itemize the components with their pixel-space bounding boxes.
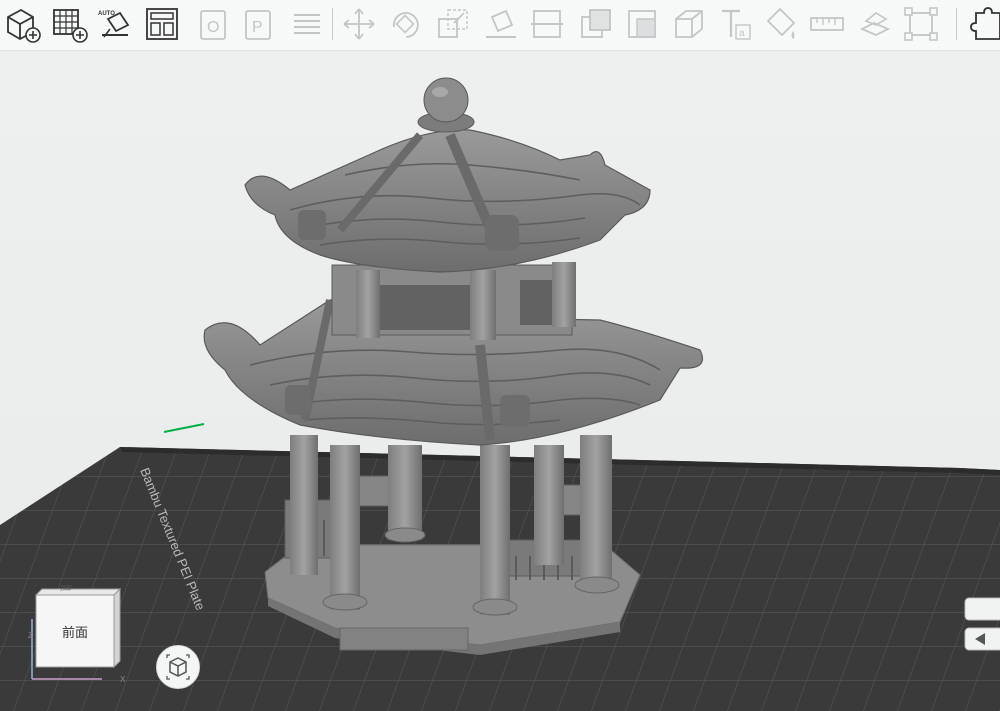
origin-marker: [163, 423, 205, 433]
move-button[interactable]: [340, 5, 378, 43]
split-button[interactable]: [288, 5, 326, 43]
arrange-icon: [146, 8, 178, 40]
navcube-top-label: 顶部: [60, 586, 73, 592]
svg-text:a: a: [739, 28, 745, 39]
lay-on-face-icon: [486, 9, 516, 38]
cut-icon: [531, 10, 563, 38]
plate-icon: P: [245, 10, 271, 40]
fit-view-button[interactable]: [902, 5, 940, 43]
arrange-button[interactable]: [143, 5, 181, 43]
auto-orient-button[interactable]: AUTO: [96, 5, 134, 43]
view-cube-icon: [166, 654, 190, 680]
plate-button[interactable]: P: [240, 5, 278, 43]
grid-plus-icon: [53, 9, 88, 43]
orient-button[interactable]: O: [195, 5, 233, 43]
assembly-button[interactable]: [856, 5, 894, 43]
text-button[interactable]: a: [716, 5, 754, 43]
toolbar-separator: [956, 8, 957, 40]
navcube-front-face[interactable]: 前面: [36, 595, 114, 667]
move-icon: [343, 8, 375, 40]
measure-icon: [810, 17, 844, 31]
color-paint-button[interactable]: [762, 5, 800, 43]
seam-paint-icon: [675, 10, 703, 38]
reset-view-button[interactable]: [156, 645, 200, 689]
text-icon: a: [722, 9, 751, 40]
cut-button[interactable]: [528, 5, 566, 43]
svg-text:P: P: [252, 19, 263, 36]
assembly-icon: [859, 12, 891, 36]
support-paint-button[interactable]: [623, 5, 661, 43]
measure-button[interactable]: [808, 5, 846, 43]
cube-plus-icon: [7, 8, 41, 43]
scene-canvas: Bambu Textured PEI Plate: [0, 77, 1000, 711]
split-icon: [294, 14, 320, 34]
fit-view-icon: [904, 7, 938, 41]
puzzle-button[interactable]: [966, 5, 1000, 43]
rotate-button[interactable]: [386, 5, 424, 43]
navigation-cube[interactable]: 顶部 前面 X Z: [22, 579, 132, 694]
auto-label: AUTO: [98, 11, 115, 17]
add-plate-button[interactable]: [50, 5, 88, 43]
axis-z-label: Z: [28, 631, 33, 640]
boolean-icon: [581, 9, 611, 38]
3d-viewport[interactable]: Bambu Textured PEI Plate 顶部 前面 X Z: [0, 51, 1000, 711]
color-paint-icon: [766, 7, 796, 39]
top-toolbar: AUTO O P a: [0, 0, 1000, 51]
seam-paint-button[interactable]: [670, 5, 708, 43]
support-paint-icon: [628, 10, 656, 38]
pavilion-model[interactable]: [203, 77, 704, 655]
svg-text:O: O: [207, 19, 219, 36]
lay-on-face-button[interactable]: [482, 5, 520, 43]
scale-icon: [438, 9, 468, 38]
puzzle-icon: [970, 7, 1000, 40]
toolbar-separator: [332, 8, 333, 40]
boolean-button[interactable]: [577, 5, 615, 43]
scale-button[interactable]: [434, 5, 472, 43]
rotate-icon: [392, 12, 419, 38]
orient-icon: O: [200, 10, 226, 40]
axis-x-label: X: [120, 675, 126, 684]
add-object-button[interactable]: [3, 5, 41, 43]
